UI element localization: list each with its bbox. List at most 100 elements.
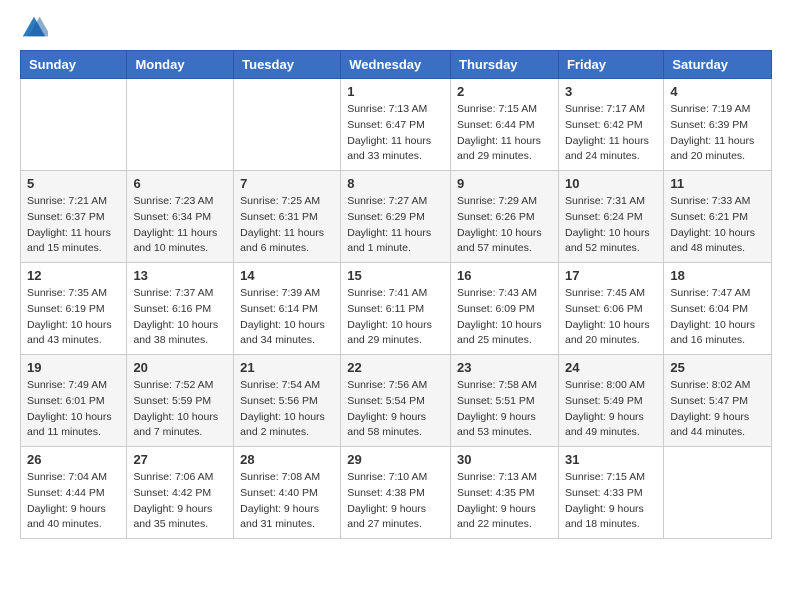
calendar-cell: 31Sunrise: 7:15 AM Sunset: 4:33 PM Dayli… — [558, 447, 663, 539]
day-number: 21 — [240, 360, 334, 375]
day-info: Sunrise: 7:49 AM Sunset: 6:01 PM Dayligh… — [27, 378, 120, 441]
calendar-cell: 18Sunrise: 7:47 AM Sunset: 6:04 PM Dayli… — [664, 263, 772, 355]
day-info: Sunrise: 7:25 AM Sunset: 6:31 PM Dayligh… — [240, 194, 334, 257]
day-info: Sunrise: 7:45 AM Sunset: 6:06 PM Dayligh… — [565, 286, 657, 349]
day-number: 1 — [347, 84, 444, 99]
day-number: 8 — [347, 176, 444, 191]
day-info: Sunrise: 7:56 AM Sunset: 5:54 PM Dayligh… — [347, 378, 444, 441]
day-info: Sunrise: 7:27 AM Sunset: 6:29 PM Dayligh… — [347, 194, 444, 257]
calendar-table: SundayMondayTuesdayWednesdayThursdayFrid… — [20, 50, 772, 539]
calendar-cell — [664, 447, 772, 539]
calendar-cell — [21, 79, 127, 171]
calendar-cell: 10 Sunrise: 7:31 AM Sunset: 6:24 PM Dayli… — [558, 171, 663, 263]
calendar-cell: 19 Sunrise: 7:49 AM Sunset: 6:01 PM Dayli… — [21, 355, 127, 447]
calendar-header-sunday: Sunday — [21, 51, 127, 79]
logo-icon — [20, 14, 48, 42]
day-info: Sunrise: 7:31 AM Sunset: 6:24 PM Dayligh… — [565, 194, 657, 257]
calendar-cell: 23 Sunrise: 7:58 AM Sunset: 5:51 PM Dayli… — [451, 355, 559, 447]
day-info: Sunrise: 7:06 AM Sunset: 4:42 PM Dayligh… — [133, 470, 227, 533]
day-info: Sunrise: 7:43 AM Sunset: 6:09 PM Dayligh… — [457, 286, 552, 349]
day-number: 28 — [240, 452, 334, 467]
calendar-cell: 11 Sunrise: 7:33 AM Sunset: 6:21 PM Dayli… — [664, 171, 772, 263]
calendar-week-2: 5 Sunrise: 7:21 AM Sunset: 6:37 PM Daylig… — [21, 171, 772, 263]
header — [20, 10, 772, 42]
calendar-week-5: 26 Sunrise: 7:04 AM Sunset: 4:44 PM Dayli… — [21, 447, 772, 539]
calendar-cell: 6 Sunrise: 7:23 AM Sunset: 6:34 PM Daylig… — [127, 171, 234, 263]
calendar-cell: 22 Sunrise: 7:56 AM Sunset: 5:54 PM Dayli… — [341, 355, 451, 447]
calendar-week-1: 1 Sunrise: 7:13 AM Sunset: 6:47 PM Daylig… — [21, 79, 772, 171]
calendar-cell: 16 Sunrise: 7:43 AM Sunset: 6:09 PM Dayli… — [451, 263, 559, 355]
calendar-cell: 29Sunrise: 7:10 AM Sunset: 4:38 PM Dayli… — [341, 447, 451, 539]
day-number: 13 — [133, 268, 227, 283]
day-info: Sunrise: 7:19 AM Sunset: 6:39 PM Dayligh… — [670, 102, 765, 165]
day-info: Sunrise: 7:47 AM Sunset: 6:04 PM Dayligh… — [670, 286, 765, 349]
day-number: 5 — [27, 176, 120, 191]
day-number: 19 — [27, 360, 120, 375]
calendar-cell: 8 Sunrise: 7:27 AM Sunset: 6:29 PM Daylig… — [341, 171, 451, 263]
day-number: 17 — [565, 268, 657, 283]
day-info: Sunrise: 7:17 AM Sunset: 6:42 PM Dayligh… — [565, 102, 657, 165]
day-info: Sunrise: 7:33 AM Sunset: 6:21 PM Dayligh… — [670, 194, 765, 257]
day-number: 10 — [565, 176, 657, 191]
day-number: 14 — [240, 268, 334, 283]
calendar-cell: 3 Sunrise: 7:17 AM Sunset: 6:42 PM Daylig… — [558, 79, 663, 171]
calendar-cell: 26 Sunrise: 7:04 AM Sunset: 4:44 PM Dayli… — [21, 447, 127, 539]
day-info: Sunrise: 7:13 AM Sunset: 4:35 PM Dayligh… — [457, 470, 552, 533]
calendar-header-tuesday: Tuesday — [234, 51, 341, 79]
day-info: Sunrise: 7:21 AM Sunset: 6:37 PM Dayligh… — [27, 194, 120, 257]
calendar-cell: 9Sunrise: 7:29 AM Sunset: 6:26 PM Daylig… — [451, 171, 559, 263]
calendar-cell: 27 Sunrise: 7:06 AM Sunset: 4:42 PM Dayli… — [127, 447, 234, 539]
day-info: Sunrise: 7:15 AM Sunset: 4:33 PM Dayligh… — [565, 470, 657, 533]
day-number: 27 — [133, 452, 227, 467]
day-info: Sunrise: 8:00 AM Sunset: 5:49 PM Dayligh… — [565, 378, 657, 441]
calendar-cell: 24Sunrise: 8:00 AM Sunset: 5:49 PM Dayli… — [558, 355, 663, 447]
day-info: Sunrise: 7:37 AM Sunset: 6:16 PM Dayligh… — [133, 286, 227, 349]
calendar-header-friday: Friday — [558, 51, 663, 79]
calendar-week-3: 12Sunrise: 7:35 AM Sunset: 6:19 PM Dayli… — [21, 263, 772, 355]
day-info: Sunrise: 7:54 AM Sunset: 5:56 PM Dayligh… — [240, 378, 334, 441]
day-number: 23 — [457, 360, 552, 375]
calendar-cell: 4 Sunrise: 7:19 AM Sunset: 6:39 PM Daylig… — [664, 79, 772, 171]
calendar-cell: 21 Sunrise: 7:54 AM Sunset: 5:56 PM Dayli… — [234, 355, 341, 447]
day-info: Sunrise: 7:10 AM Sunset: 4:38 PM Dayligh… — [347, 470, 444, 533]
day-info: Sunrise: 7:52 AM Sunset: 5:59 PM Dayligh… — [133, 378, 227, 441]
day-number: 2 — [457, 84, 552, 99]
day-number: 9 — [457, 176, 552, 191]
calendar-cell: 17 Sunrise: 7:45 AM Sunset: 6:06 PM Dayli… — [558, 263, 663, 355]
logo — [20, 16, 52, 42]
calendar-cell — [127, 79, 234, 171]
day-info: Sunrise: 7:23 AM Sunset: 6:34 PM Dayligh… — [133, 194, 227, 257]
page: SundayMondayTuesdayWednesdayThursdayFrid… — [0, 0, 792, 559]
calendar-cell: 20 Sunrise: 7:52 AM Sunset: 5:59 PM Dayli… — [127, 355, 234, 447]
day-info: Sunrise: 7:15 AM Sunset: 6:44 PM Dayligh… — [457, 102, 552, 165]
day-number: 4 — [670, 84, 765, 99]
day-number: 16 — [457, 268, 552, 283]
day-number: 20 — [133, 360, 227, 375]
calendar-header-wednesday: Wednesday — [341, 51, 451, 79]
day-number: 6 — [133, 176, 227, 191]
calendar-cell: 5 Sunrise: 7:21 AM Sunset: 6:37 PM Daylig… — [21, 171, 127, 263]
calendar-header-row: SundayMondayTuesdayWednesdayThursdayFrid… — [21, 51, 772, 79]
calendar-cell: 15 Sunrise: 7:41 AM Sunset: 6:11 PM Dayli… — [341, 263, 451, 355]
day-info: Sunrise: 7:39 AM Sunset: 6:14 PM Dayligh… — [240, 286, 334, 349]
day-info: Sunrise: 7:35 AM Sunset: 6:19 PM Dayligh… — [27, 286, 120, 349]
day-number: 15 — [347, 268, 444, 283]
calendar-cell: 1 Sunrise: 7:13 AM Sunset: 6:47 PM Daylig… — [341, 79, 451, 171]
day-number: 3 — [565, 84, 657, 99]
day-info: Sunrise: 7:13 AM Sunset: 6:47 PM Dayligh… — [347, 102, 444, 165]
calendar-cell: 7Sunrise: 7:25 AM Sunset: 6:31 PM Daylig… — [234, 171, 341, 263]
calendar-header-monday: Monday — [127, 51, 234, 79]
day-info: Sunrise: 7:58 AM Sunset: 5:51 PM Dayligh… — [457, 378, 552, 441]
day-number: 30 — [457, 452, 552, 467]
day-info: Sunrise: 7:04 AM Sunset: 4:44 PM Dayligh… — [27, 470, 120, 533]
day-number: 26 — [27, 452, 120, 467]
day-info: Sunrise: 7:41 AM Sunset: 6:11 PM Dayligh… — [347, 286, 444, 349]
calendar-header-saturday: Saturday — [664, 51, 772, 79]
day-number: 11 — [670, 176, 765, 191]
calendar-cell — [234, 79, 341, 171]
calendar-week-4: 19 Sunrise: 7:49 AM Sunset: 6:01 PM Dayli… — [21, 355, 772, 447]
calendar-cell: 30 Sunrise: 7:13 AM Sunset: 4:35 PM Dayli… — [451, 447, 559, 539]
calendar-cell: 25Sunrise: 8:02 AM Sunset: 5:47 PM Dayli… — [664, 355, 772, 447]
day-info: Sunrise: 7:08 AM Sunset: 4:40 PM Dayligh… — [240, 470, 334, 533]
day-number: 22 — [347, 360, 444, 375]
